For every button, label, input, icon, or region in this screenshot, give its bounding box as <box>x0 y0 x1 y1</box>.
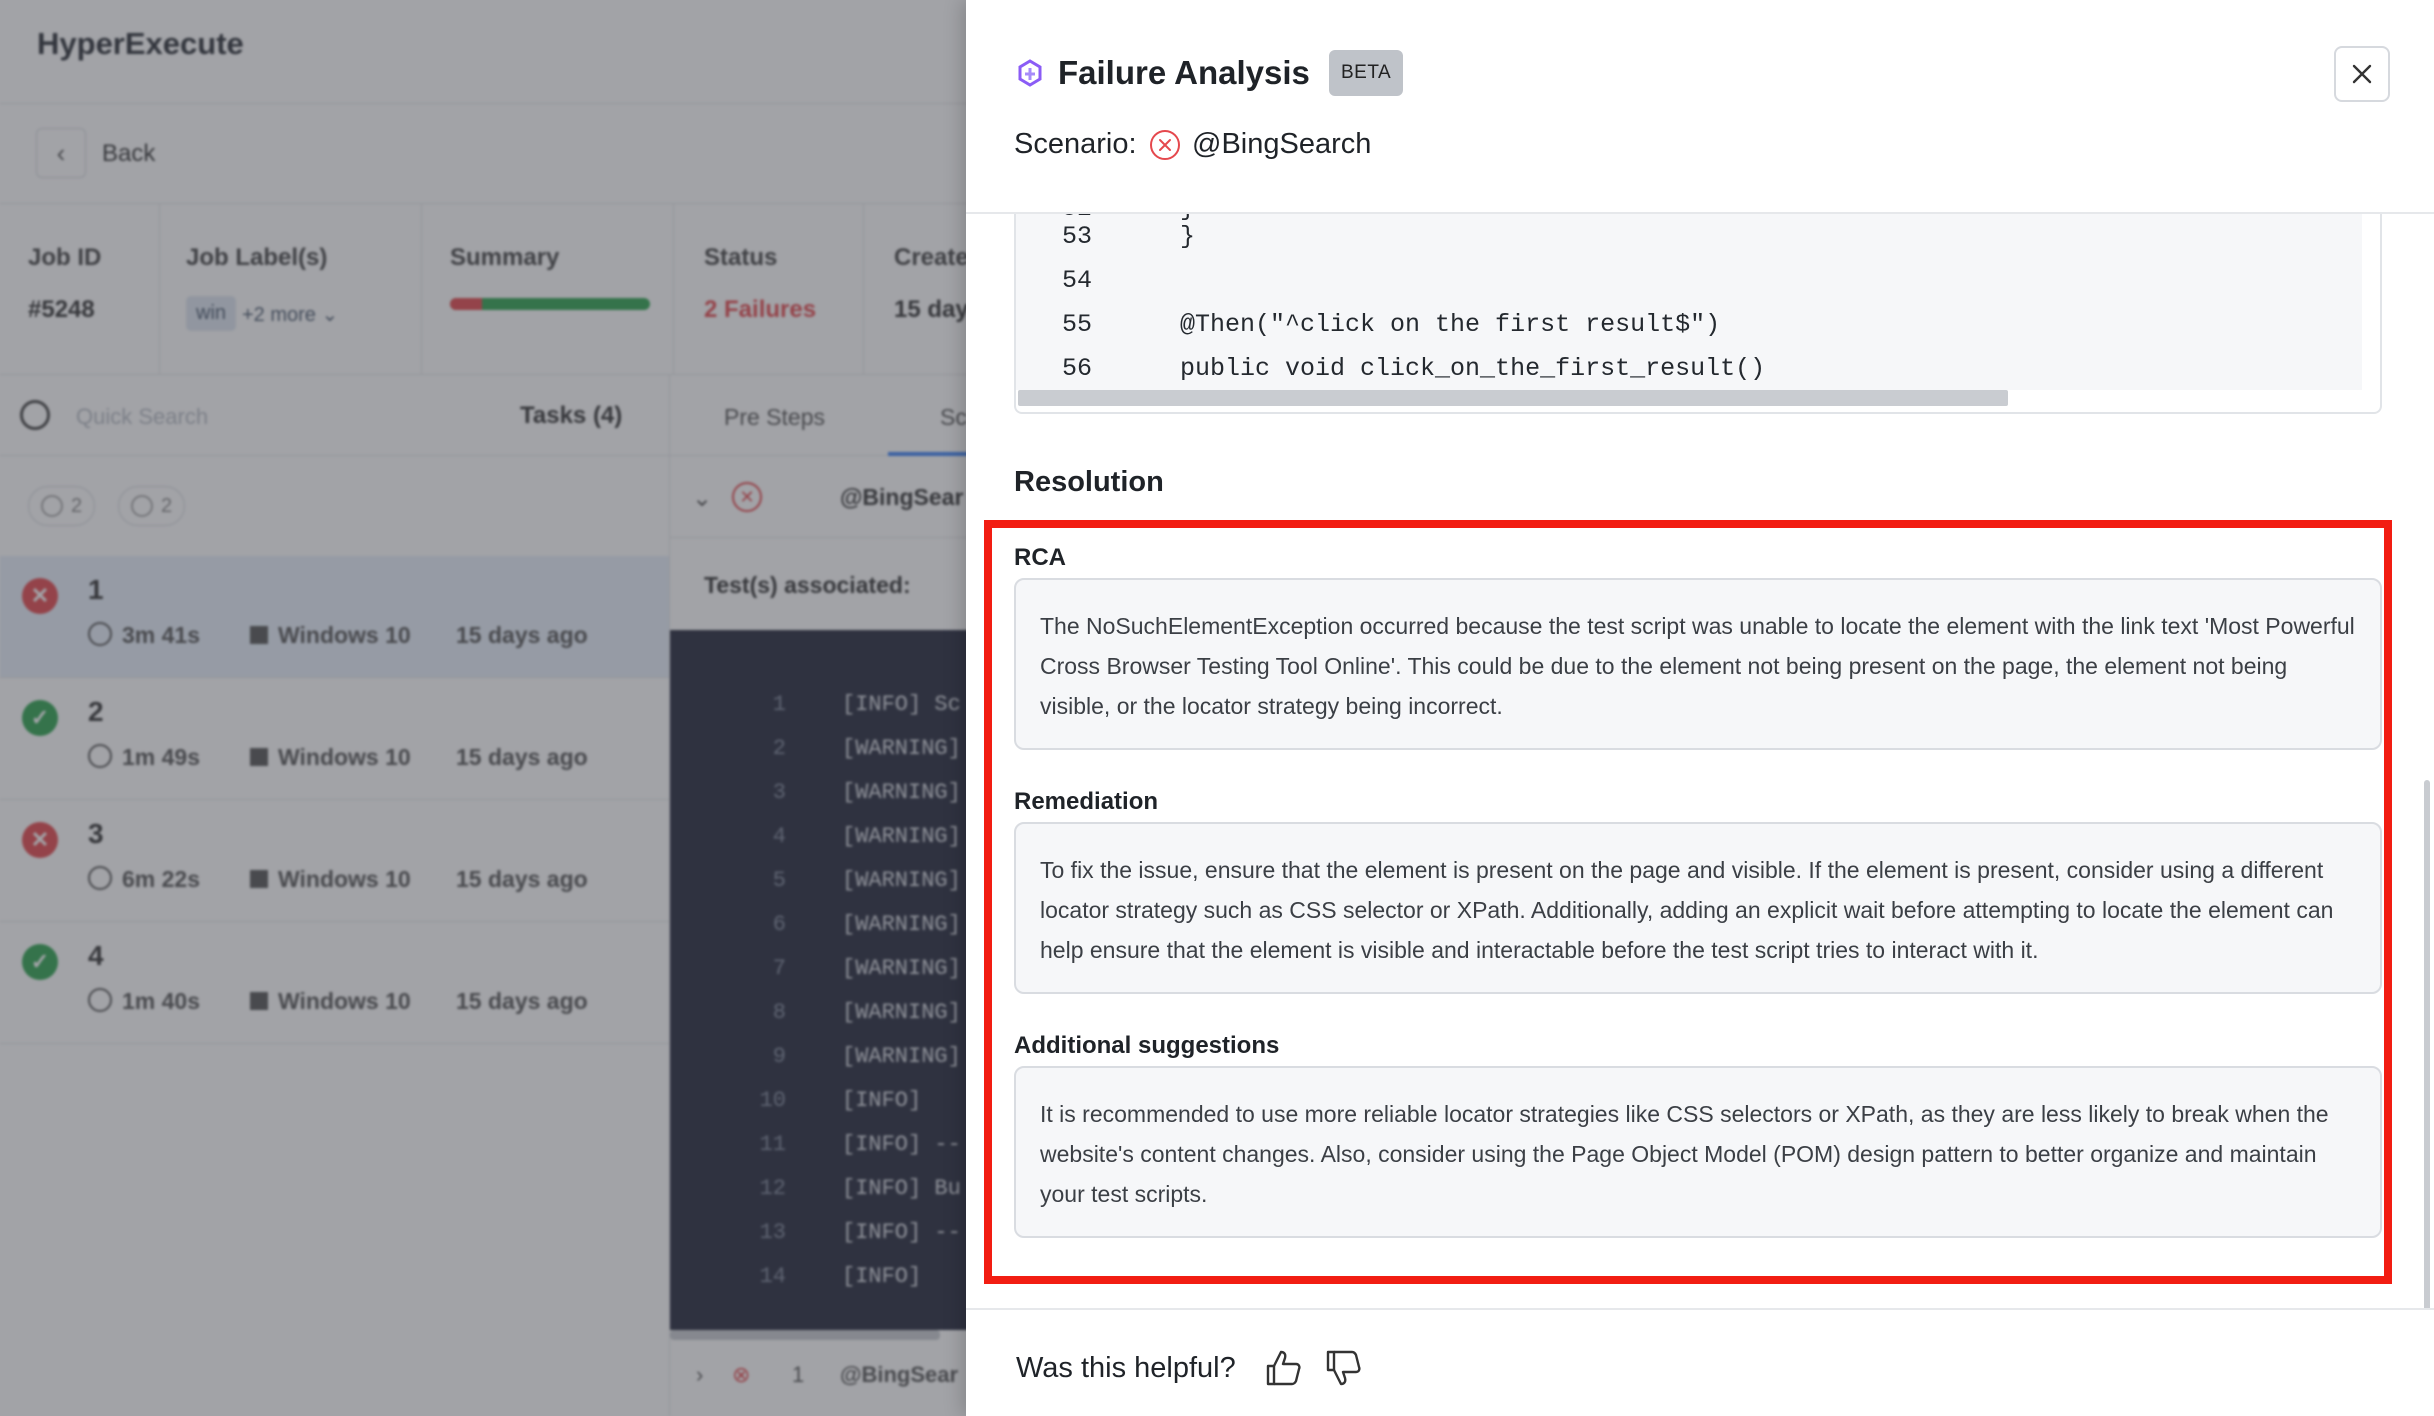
scenario-name: @BingSearch <box>1192 128 1372 160</box>
thumbs-down-icon[interactable] <box>1322 1346 1366 1390</box>
code-line-text: public void click_on_the_first_result() <box>1120 354 1766 383</box>
rca-text: The NoSuchElementException occurred beca… <box>1014 578 2382 750</box>
code-snippet: 52 }53 }5455 @Then("^click on the first … <box>1014 214 2382 414</box>
ai-analysis-icon <box>1018 59 1042 87</box>
close-icon <box>2352 64 2372 84</box>
resolution-heading: Resolution <box>1014 466 1164 498</box>
code-line-text: @Then("^click on the first result$") <box>1120 310 1721 339</box>
code-line-number: 54 <box>1061 266 1092 295</box>
remediation-title: Remediation <box>1014 788 1159 815</box>
code-viewer: 52 }53 }5455 @Then("^click on the first … <box>1016 214 2362 390</box>
panel-header: Failure Analysis BETA Scenario: @BingSea… <box>966 0 2434 214</box>
fail-status-icon <box>1150 130 1180 160</box>
panel-title: Failure Analysis <box>1058 54 1310 91</box>
beta-badge: BETA <box>1329 50 1404 96</box>
thumbs-up-icon[interactable] <box>1262 1346 1306 1390</box>
feedback-question: Was this helpful? <box>1016 1352 1236 1384</box>
additional-suggestions-title: Additional suggestions <box>1014 1032 1280 1059</box>
failure-analysis-panel: 52 }53 }5455 @Then("^click on the first … <box>966 0 2434 1416</box>
rca-title: RCA <box>1014 544 1066 571</box>
code-horizontal-scrollbar[interactable] <box>1018 390 2008 406</box>
code-line-text: } <box>1120 222 1196 251</box>
panel-scrollbar[interactable] <box>2424 780 2430 1340</box>
remediation-text: To fix the issue, ensure that the elemen… <box>1014 822 2382 994</box>
additional-suggestions-text: It is recommended to use more reliable l… <box>1014 1066 2382 1238</box>
code-line-number: 56 <box>1061 354 1092 383</box>
scenario-label: Scenario: <box>1014 128 1137 160</box>
modal-backdrop[interactable] <box>0 0 966 1416</box>
code-line-number: 55 <box>1061 310 1092 339</box>
close-button[interactable] <box>2334 46 2390 102</box>
code-line-number: 53 <box>1061 222 1092 251</box>
